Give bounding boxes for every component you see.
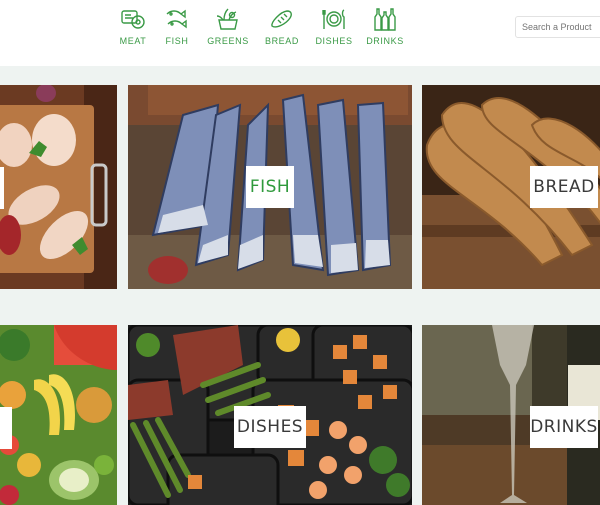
nav-item-drinks[interactable]: DRINKS	[360, 6, 410, 46]
greens-icon	[216, 8, 238, 30]
tile-drinks[interactable]: DRINKS	[422, 325, 600, 505]
fish-category-label: FISH	[246, 166, 294, 208]
greens-image	[0, 325, 117, 505]
meat-label-fragment	[0, 167, 4, 209]
nav-item-dishes[interactable]: DISHES	[308, 6, 360, 46]
nav-label: FISH	[165, 36, 189, 46]
nav-label: DRINKS	[366, 36, 404, 46]
tile-dishes[interactable]: DISHES	[128, 325, 412, 505]
nav-item-greens[interactable]: GREENS	[200, 6, 256, 46]
search-input[interactable]	[515, 16, 600, 38]
greens-label-fragment	[0, 407, 12, 449]
nav-label: GREENS	[207, 36, 249, 46]
drinks-category-label: DRINKS	[530, 406, 598, 448]
tile-meat[interactable]	[0, 85, 117, 289]
nav-label: DISHES	[315, 36, 353, 46]
tile-fish[interactable]: FISH	[128, 85, 412, 289]
bread-category-label: BREAD	[530, 166, 598, 208]
category-nav: MEAT FISH GREENS BREAD DISHES DRINKS	[112, 6, 410, 46]
header: MEAT FISH GREENS BREAD DISHES DRINKS Sea…	[0, 0, 600, 66]
nav-item-fish[interactable]: FISH	[154, 6, 200, 46]
nav-item-meat[interactable]: MEAT	[112, 6, 154, 46]
nav-item-bread[interactable]: BREAD	[256, 6, 308, 46]
meat-image	[0, 85, 117, 289]
meat-icon	[121, 10, 145, 29]
fish-icon	[166, 9, 187, 29]
tile-greens[interactable]	[0, 325, 117, 505]
bread-icon	[271, 10, 292, 28]
dishes-icon	[322, 9, 345, 29]
drinks-icon	[374, 8, 396, 31]
tile-bread[interactable]: BREAD	[422, 85, 600, 289]
nav-label: MEAT	[119, 36, 147, 46]
dishes-category-label: DISHES	[234, 406, 306, 448]
nav-label: BREAD	[264, 36, 299, 46]
